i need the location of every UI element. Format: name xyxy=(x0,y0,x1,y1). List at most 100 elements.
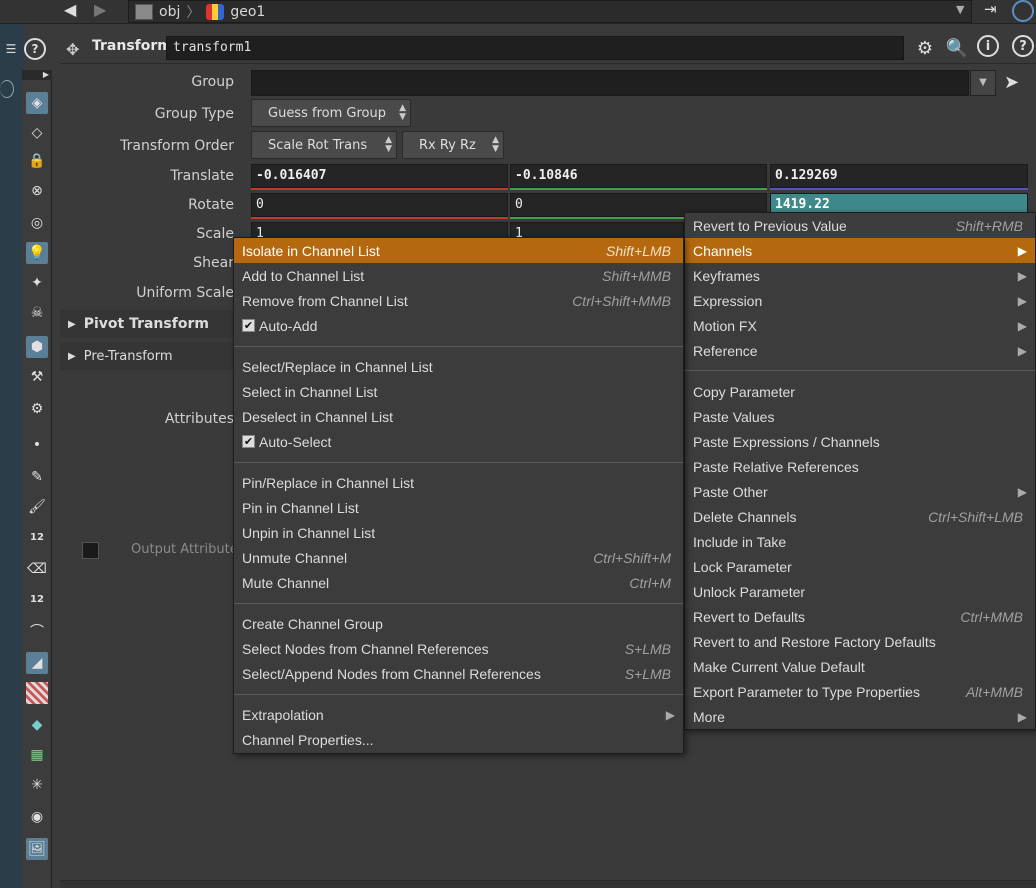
breadcrumb-geo1[interactable]: geo1 xyxy=(230,4,265,20)
pivot-transform-section[interactable]: ▶ Pivot Transform xyxy=(60,310,234,338)
menu-item-auto-add[interactable]: ✔ Auto-Add xyxy=(234,313,683,338)
menu-item-isolate-channel[interactable]: Isolate in Channel List Shift+LMB xyxy=(234,238,683,263)
menu-item-lock-parameter[interactable]: Lock Parameter xyxy=(685,554,1035,579)
wing-icon[interactable]: ◢ xyxy=(26,652,48,674)
menu-item-revert-previous[interactable]: Revert to Previous Value Shift+RMB xyxy=(685,213,1035,238)
group-field[interactable] xyxy=(251,70,969,96)
menu-icon[interactable]: ☰ xyxy=(0,38,22,60)
link-icon[interactable] xyxy=(1012,0,1034,22)
header-divider xyxy=(60,63,1036,64)
menu-item-deselect-channel[interactable]: Deselect in Channel List xyxy=(234,404,683,429)
bone-tool-icon[interactable]: ⚒ xyxy=(26,366,48,388)
green-grid-icon[interactable]: ▦ xyxy=(26,744,48,766)
disc-icon[interactable]: ◉ xyxy=(26,806,48,828)
light-small-icon[interactable]: ✦ xyxy=(26,272,48,294)
updown-arrow-icon: ▲ ▼ xyxy=(399,103,406,122)
node-name-field[interactable]: transform1 xyxy=(166,36,904,60)
menu-item-channel-properties[interactable]: Channel Properties... xyxy=(234,727,683,752)
number-12-alt-icon[interactable]: 12 xyxy=(26,588,48,610)
number-12-icon[interactable]: 12 xyxy=(26,526,48,548)
breadcrumb[interactable]: obj 〉 geo1 xyxy=(128,0,972,23)
menu-item-include-take[interactable]: Include in Take xyxy=(685,529,1035,554)
star-tool-icon[interactable]: ✳ xyxy=(26,774,48,796)
camera-icon[interactable]: ◎ xyxy=(26,212,48,234)
menu-item-unpin-channel[interactable]: Unpin in Channel List xyxy=(234,520,683,545)
info-icon[interactable]: i xyxy=(977,35,999,57)
menu-item-motion-fx[interactable]: Motion FX ▶ xyxy=(685,313,1035,338)
object-icon[interactable]: ⬢ xyxy=(26,336,48,358)
skull-icon[interactable]: ☠ xyxy=(26,302,48,324)
rig-tool-icon[interactable]: ⚙ xyxy=(26,398,48,420)
menu-item-auto-select[interactable]: ✔ Auto-Select xyxy=(234,429,683,454)
pane-resize-bar[interactable] xyxy=(60,880,1036,888)
menu-separator xyxy=(685,370,1035,371)
curve-icon[interactable]: ⌒ xyxy=(26,620,48,642)
group-type-dropdown[interactable]: Guess from Group ▲ ▼ xyxy=(251,99,411,127)
menu-item-paste-expressions[interactable]: Paste Expressions / Channels xyxy=(685,429,1035,454)
paint-icon[interactable]: ✎ xyxy=(26,466,48,488)
menu-item-export-parameter[interactable]: Export Parameter to Type Properties Alt+M… xyxy=(685,679,1035,704)
menu-item-restore-factory[interactable]: Revert to and Restore Factory Defaults xyxy=(685,629,1035,654)
menu-item-extrapolation[interactable]: Extrapolation ▶ xyxy=(234,702,683,727)
search-icon[interactable]: 🔍 xyxy=(944,35,970,61)
menu-item-revert-defaults[interactable]: Revert to Defaults Ctrl+MMB xyxy=(685,604,1035,629)
menu-item-paste-values[interactable]: Paste Values xyxy=(685,404,1035,429)
menu-item-make-default[interactable]: Make Current Value Default xyxy=(685,654,1035,679)
translate-x-field[interactable]: -0.016407 xyxy=(251,164,508,188)
point-icon[interactable]: • xyxy=(26,434,48,456)
output-attribute-checkbox[interactable] xyxy=(82,542,99,559)
back-arrow-icon[interactable]: ◀ xyxy=(64,0,86,22)
rotate-order-dropdown[interactable]: Rx Ry Rz ▲ ▼ xyxy=(402,131,504,159)
translate-y-field[interactable]: -0.10846 xyxy=(510,164,767,188)
forward-arrow-icon[interactable]: ▶ xyxy=(94,0,116,22)
select-arrow-icon[interactable]: ➤ xyxy=(1004,72,1019,93)
menu-item-expression[interactable]: Expression ▶ xyxy=(685,288,1035,313)
eraser-icon[interactable]: ⌫ xyxy=(26,558,48,580)
menu-item-keyframes[interactable]: Keyframes ▶ xyxy=(685,263,1035,288)
menu-separator xyxy=(234,346,683,347)
transform-order-value: Scale Rot Trans xyxy=(268,137,368,153)
brush-icon[interactable]: 🖌 xyxy=(26,496,48,518)
menu-item-pin-channel[interactable]: Pin in Channel List xyxy=(234,495,683,520)
transform-order-dropdown[interactable]: Scale Rot Trans ▲ ▼ xyxy=(251,131,397,159)
menu-item-more[interactable]: More ▶ xyxy=(685,704,1035,729)
view-tool-icon[interactable]: ◇ xyxy=(26,122,48,144)
checker-icon[interactable] xyxy=(26,682,48,704)
menu-item-copy-parameter[interactable]: Copy Parameter xyxy=(685,379,1035,404)
diamond-icon[interactable]: ◆ xyxy=(26,714,48,736)
layers-icon[interactable]: ◈ xyxy=(26,92,48,114)
menu-item-select-append-nodes[interactable]: Select/Append Nodes from Channel Referen… xyxy=(234,661,683,686)
pre-transform-section[interactable]: ▶ Pre-Transform xyxy=(60,342,234,370)
menu-item-delete-channels[interactable]: Delete Channels Ctrl+Shift+LMB xyxy=(685,504,1035,529)
menu-item-pin-replace[interactable]: Pin/Replace in Channel List xyxy=(234,470,683,495)
palette-arrow-icon[interactable]: ▶ xyxy=(22,70,52,80)
shelf-circle-icon[interactable] xyxy=(0,80,14,98)
help-icon[interactable]: ? xyxy=(24,38,46,60)
menu-item-remove-channel[interactable]: Remove from Channel List Ctrl+Shift+MMB xyxy=(234,288,683,313)
menu-item-unlock-parameter[interactable]: Unlock Parameter xyxy=(685,579,1035,604)
node-help-icon[interactable]: ? xyxy=(1012,35,1034,57)
tool-palette: ▶ ◈ ◇ 🔒 ⊗ ◎ 💡 ✦ ☠ ⬢ ⚒ ⚙ • ✎ 🖌 12 ⌫ 12 ⌒ … xyxy=(22,70,52,888)
menu-item-add-channel[interactable]: Add to Channel List Shift+MMB xyxy=(234,263,683,288)
gear-icon[interactable]: ⚙ xyxy=(912,35,938,61)
translate-z-field[interactable]: 0.129269 xyxy=(770,164,1028,188)
image-icon[interactable]: 🖼 xyxy=(26,838,48,860)
menu-item-channels[interactable]: Channels ▶ xyxy=(685,238,1035,263)
lock-icon[interactable]: 🔒 xyxy=(26,150,48,172)
menu-item-unmute-channel[interactable]: Unmute Channel Ctrl+Shift+M xyxy=(234,545,683,570)
menu-item-mute-channel[interactable]: Mute Channel Ctrl+M xyxy=(234,570,683,595)
menu-item-paste-other[interactable]: Paste Other ▶ xyxy=(685,479,1035,504)
close-circle-icon[interactable]: ⊗ xyxy=(26,180,48,202)
rotate-x-field[interactable]: 0 xyxy=(251,193,508,217)
menu-item-create-group[interactable]: Create Channel Group xyxy=(234,611,683,636)
menu-item-paste-relative[interactable]: Paste Relative References xyxy=(685,454,1035,479)
group-dropdown-icon[interactable]: ▼ xyxy=(970,70,996,96)
light-icon[interactable]: 💡 xyxy=(26,242,48,264)
path-dropdown-icon[interactable]: ▼ xyxy=(956,3,964,16)
menu-item-select-channel[interactable]: Select in Channel List xyxy=(234,379,683,404)
menu-item-reference[interactable]: Reference ▶ xyxy=(685,338,1035,363)
breadcrumb-obj[interactable]: obj xyxy=(159,4,180,20)
menu-item-select-replace[interactable]: Select/Replace in Channel List xyxy=(234,354,683,379)
menu-item-select-nodes[interactable]: Select Nodes from Channel References S+LM… xyxy=(234,636,683,661)
pin-icon[interactable]: ⇥ xyxy=(984,0,1008,22)
